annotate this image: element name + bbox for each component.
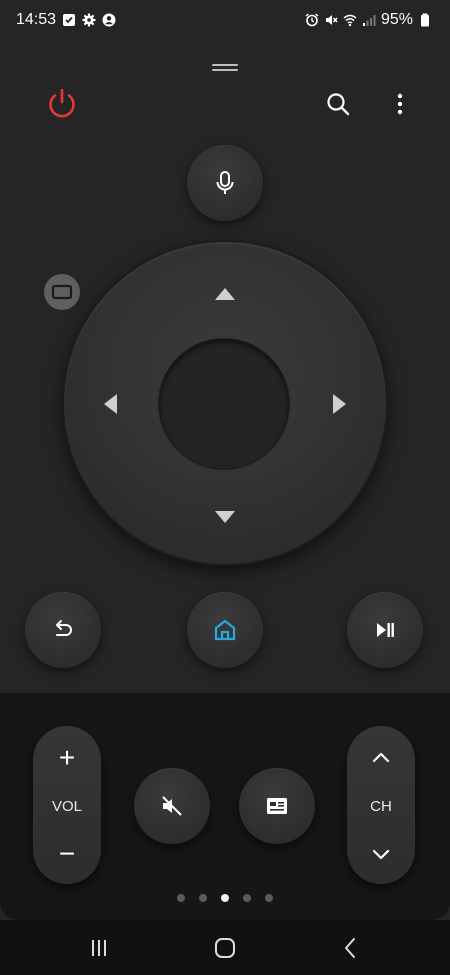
status-bar: 14:53 95% [0,0,450,42]
arrow-right-icon [333,394,346,414]
power-button[interactable] [44,86,80,122]
tv-source-icon [51,284,73,300]
arrow-up-icon [215,288,235,300]
chevron-down-icon [372,849,390,860]
channel-down-button[interactable] [347,832,415,876]
account-icon [102,13,116,27]
drag-handle[interactable] [212,64,238,72]
page-dot-active[interactable] [221,894,229,902]
minus-icon: − [58,838,76,869]
microphone-icon [216,171,234,194]
volume-rocker: + VOL − [33,726,101,884]
battery-percent: 95% [380,11,413,28]
search-button[interactable] [324,90,352,118]
page-indicator [0,894,450,902]
guide-icon [267,798,287,814]
back-chevron-icon [345,938,355,958]
home-icon [214,619,236,641]
battery-icon [418,13,432,27]
recents-icon [92,940,106,956]
channel-label: CH [370,798,392,815]
system-back-button[interactable] [337,934,365,962]
dpad-up-button[interactable] [213,280,237,304]
mute-button[interactable] [134,768,210,844]
voice-button[interactable] [187,145,263,221]
dpad-left-button[interactable] [98,392,122,416]
system-home-button[interactable] [211,934,239,962]
check-icon [62,13,76,27]
mute-icon [324,13,338,27]
chevron-up-icon [372,752,390,763]
play-pause-icon [377,623,394,637]
system-nav-bar [0,920,450,975]
arrow-left-icon [104,394,117,414]
back-button[interactable] [25,592,101,668]
power-icon [49,88,75,118]
status-time: 14:53 [16,11,57,28]
return-icon [56,620,72,636]
volume-label: VOL [51,798,82,815]
channel-up-button[interactable] [347,736,415,780]
page-dot[interactable] [243,894,251,902]
recents-button[interactable] [85,934,113,962]
volume-down-button[interactable]: − [33,832,101,876]
volume-up-button[interactable]: + [33,736,101,780]
arrow-down-icon [215,511,235,523]
channel-rocker: CH [347,726,415,884]
more-options-button[interactable] [390,90,410,118]
source-button[interactable] [44,274,80,310]
dpad-right-button[interactable] [328,392,352,416]
home-outline-icon [215,938,235,958]
page-dot[interactable] [177,894,185,902]
plus-icon: + [58,742,76,773]
dpad-down-button[interactable] [213,505,237,529]
page-dot[interactable] [199,894,207,902]
guide-button[interactable] [239,768,315,844]
home-button[interactable] [187,592,263,668]
settings-icon [82,13,96,27]
wifi-icon [343,13,357,27]
search-icon [327,93,350,116]
play-pause-button[interactable] [347,592,423,668]
alarm-icon [305,13,319,27]
page-dot[interactable] [265,894,273,902]
dpad-ok-button[interactable] [159,339,289,469]
more-vert-icon [397,93,403,115]
signal-icon [362,13,376,27]
volume-off-icon [162,796,182,816]
